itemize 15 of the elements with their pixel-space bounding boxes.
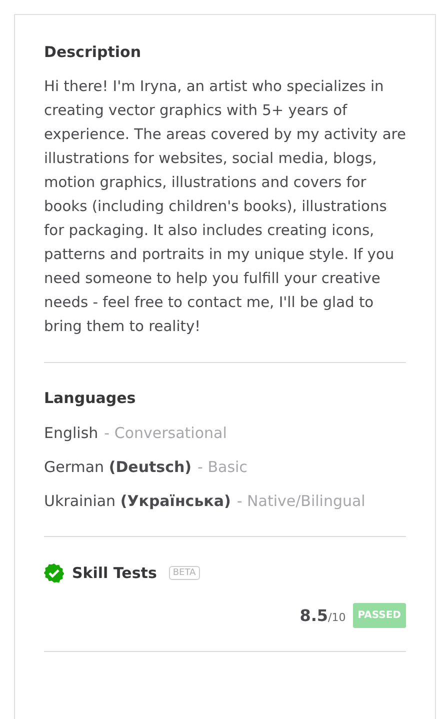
language-name: Ukrainian (Українська) bbox=[44, 491, 231, 512]
description-text: Hi there! I'm Iryna, an artist who specializes in creating vector graphics with 5+ years of experience. The areas covered by my activity are illustrations for websites, social media, blogs, motion graphics, illustrations and covers for books (including children's books), illustrations for packaging. It also includes creating icons, patterns and portraits in my unique style. If you need someone to help you fulfill your creative needs - feel free to contact me, I'll be glad to bring them to reality! bbox=[44, 77, 406, 337]
section-title: Languages bbox=[44, 389, 137, 407]
beta-badge: BETA bbox=[168, 566, 200, 580]
language-level: - Basic bbox=[198, 457, 248, 478]
language-level: - Conversational bbox=[104, 423, 227, 444]
section-title: Skill Tests bbox=[72, 564, 157, 582]
passed-badge: PASSED bbox=[352, 603, 406, 628]
verified-check-icon bbox=[44, 563, 64, 583]
test-score: 8.5 bbox=[300, 606, 328, 625]
score-max: /10 bbox=[328, 611, 346, 624]
language-name: English bbox=[44, 423, 98, 444]
language-level: - Native/Bilingual bbox=[236, 491, 366, 512]
language-name: German (Deutsch) bbox=[44, 457, 192, 478]
section-title: Description bbox=[44, 43, 142, 61]
